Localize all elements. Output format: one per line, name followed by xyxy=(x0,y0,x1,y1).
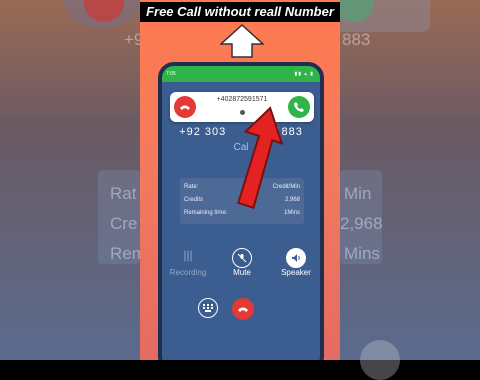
rate-label: Rate: xyxy=(184,184,199,190)
background-credits-value: 2,968 xyxy=(340,214,383,233)
background-credits-label: Cre xyxy=(110,214,138,233)
hangup-icon xyxy=(180,105,190,110)
speaker-icon xyxy=(286,248,306,268)
status-icons: ▮▮ ▴ ▮ xyxy=(294,71,314,77)
popup-number: +402872591571 xyxy=(216,96,268,103)
status-bar: 7:05 ▮▮ ▴ ▮ xyxy=(162,66,320,82)
red-arrow-icon xyxy=(237,106,284,210)
background-left: +92 Rat Cre Rem xyxy=(0,0,153,360)
phone-icon xyxy=(294,102,304,112)
background-corner-circle xyxy=(360,340,400,380)
up-arrow-icon xyxy=(220,24,264,58)
background-rate-value: Min xyxy=(344,184,372,203)
speaker-label: Speaker xyxy=(281,268,311,277)
background-rate-label: Rat xyxy=(110,184,137,203)
keypad-button[interactable] xyxy=(198,298,218,318)
recording-control[interactable]: ||| Recording xyxy=(168,248,208,277)
background-number-right: 883 xyxy=(342,30,371,49)
credits-label: Credits xyxy=(184,197,204,203)
mute-label: Mute xyxy=(233,268,251,277)
mute-control[interactable]: Mute xyxy=(222,248,262,277)
recording-label: Recording xyxy=(169,268,207,277)
center-panel: Free Call without reall Number 7:05 ▮▮ ▴… xyxy=(140,0,340,360)
decline-button[interactable] xyxy=(174,96,196,118)
remaining-label: Remaining time: xyxy=(184,210,228,216)
background-remaining-value: Mins xyxy=(344,244,380,263)
speaker-control[interactable]: Speaker xyxy=(276,248,316,277)
call-number-prefix: +92 303 xyxy=(179,126,227,138)
mute-icon xyxy=(232,248,252,268)
waveform-icon: ||| xyxy=(183,248,193,262)
end-call-icon xyxy=(238,307,248,312)
background-right: 883 Min 2,968 Mins xyxy=(320,0,480,380)
end-call-button[interactable] xyxy=(232,298,254,320)
video-title: Free Call without reall Number xyxy=(140,2,340,22)
keypad-icon xyxy=(203,304,213,312)
status-time: 7:05 xyxy=(166,71,176,77)
